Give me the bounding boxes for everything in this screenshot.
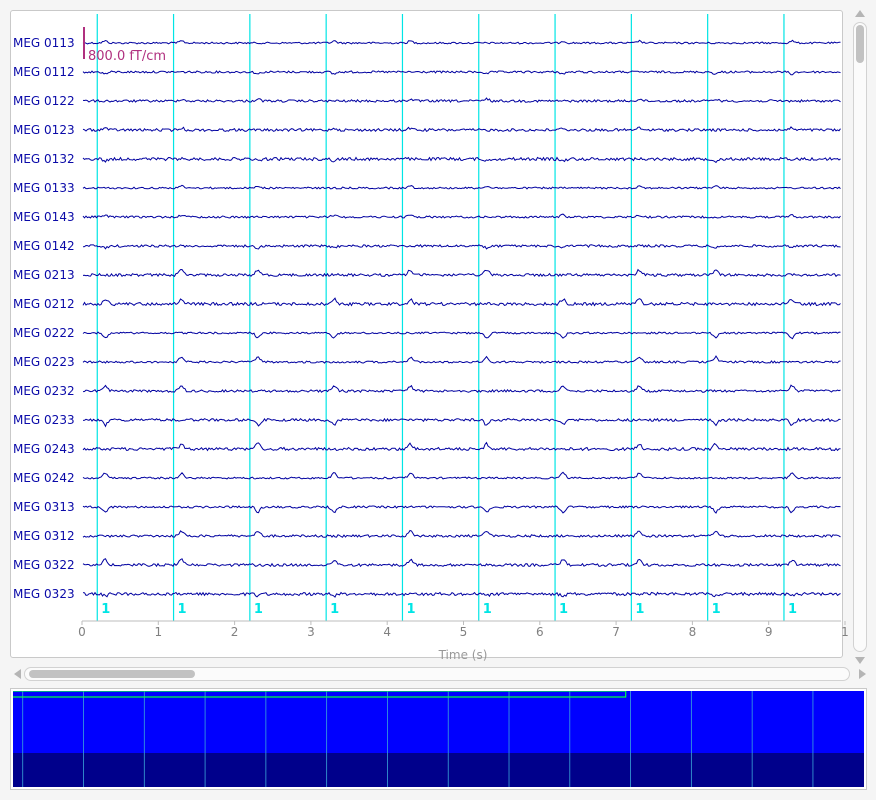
event-label: 1 bbox=[788, 602, 797, 617]
scroll-right-arrow-icon[interactable] bbox=[859, 669, 866, 679]
x-tick-label: 9 bbox=[765, 625, 773, 639]
channel-label[interactable]: MEG 0133 bbox=[13, 181, 75, 195]
event-label: 1 bbox=[406, 602, 415, 617]
channel-label[interactable]: MEG 0243 bbox=[13, 442, 75, 456]
event-label: 1 bbox=[254, 602, 263, 617]
horizontal-scroll-thumb[interactable] bbox=[29, 670, 195, 678]
plot-area[interactable] bbox=[82, 14, 841, 621]
horizontal-scroll-track[interactable] bbox=[24, 667, 850, 681]
channel-label[interactable]: MEG 0223 bbox=[13, 355, 75, 369]
channel-labels: MEG 0113 MEG 0112 MEG 0122 MEG 0123 MEG 0132… bbox=[13, 36, 75, 601]
channel-label[interactable]: MEG 0222 bbox=[13, 326, 75, 340]
event-label: 1 bbox=[483, 602, 492, 617]
x-tick-label: 5 bbox=[460, 625, 468, 639]
channel-label[interactable]: MEG 0142 bbox=[13, 239, 75, 253]
x-tick-label: 1 bbox=[841, 625, 849, 639]
event-label: 1 bbox=[330, 602, 339, 617]
channel-label[interactable]: MEG 0132 bbox=[13, 152, 75, 166]
channel-label[interactable]: MEG 0213 bbox=[13, 268, 75, 282]
channel-label[interactable]: MEG 0112 bbox=[13, 65, 75, 79]
event-label: 1 bbox=[635, 602, 644, 617]
channel-label[interactable]: MEG 0323 bbox=[13, 587, 75, 601]
channel-label[interactable]: MEG 0212 bbox=[13, 297, 75, 311]
overview-channels-top bbox=[13, 691, 864, 753]
event-label: 1 bbox=[101, 602, 110, 617]
channel-label[interactable]: MEG 0312 bbox=[13, 529, 75, 543]
x-tick-label: 0 bbox=[78, 625, 86, 639]
x-tick-label: 1 bbox=[154, 625, 162, 639]
scroll-left-arrow-icon[interactable] bbox=[14, 669, 21, 679]
event-label: 1 bbox=[178, 602, 187, 617]
overview-bar[interactable] bbox=[10, 688, 867, 790]
scroll-up-arrow-icon[interactable] bbox=[855, 10, 865, 17]
channel-label[interactable]: MEG 0242 bbox=[13, 471, 75, 485]
x-tick-label: 7 bbox=[612, 625, 620, 639]
channel-label[interactable]: MEG 0233 bbox=[13, 413, 75, 427]
raw-data-plot[interactable]: 1111111111 MEG 0113MEG 0112MEG 0122MEG 0… bbox=[0, 0, 876, 664]
x-tick-label: 2 bbox=[231, 625, 239, 639]
overview-channels-bottom bbox=[13, 753, 864, 787]
event-label: 1 bbox=[712, 602, 721, 617]
scroll-down-arrow-icon[interactable] bbox=[855, 657, 865, 664]
channel-label[interactable]: MEG 0123 bbox=[13, 123, 75, 137]
channel-label[interactable]: MEG 0143 bbox=[13, 210, 75, 224]
channel-label[interactable]: MEG 0122 bbox=[13, 94, 75, 108]
x-tick-label: 4 bbox=[383, 625, 391, 639]
channel-label[interactable]: MEG 0322 bbox=[13, 558, 75, 572]
time-axis: 0 1 2 3 4 5 6 7 8 9 1 bbox=[78, 620, 849, 639]
x-tick-label: 3 bbox=[307, 625, 315, 639]
channel-label[interactable]: MEG 0232 bbox=[13, 384, 75, 398]
event-label: 1 bbox=[559, 602, 568, 617]
x-tick-label: 6 bbox=[536, 625, 544, 639]
scale-bar-label: 800.0 fT/cm bbox=[88, 49, 166, 64]
vertical-scroll-track[interactable] bbox=[853, 22, 867, 652]
x-tick-label: 8 bbox=[689, 625, 697, 639]
channel-label[interactable]: MEG 0113 bbox=[13, 36, 75, 50]
x-axis-title: Time (s) bbox=[438, 648, 488, 662]
channel-label[interactable]: MEG 0313 bbox=[13, 500, 75, 514]
vertical-scrollbar[interactable] bbox=[852, 10, 868, 664]
vertical-scroll-thumb[interactable] bbox=[856, 25, 864, 63]
horizontal-scrollbar[interactable] bbox=[14, 666, 866, 682]
